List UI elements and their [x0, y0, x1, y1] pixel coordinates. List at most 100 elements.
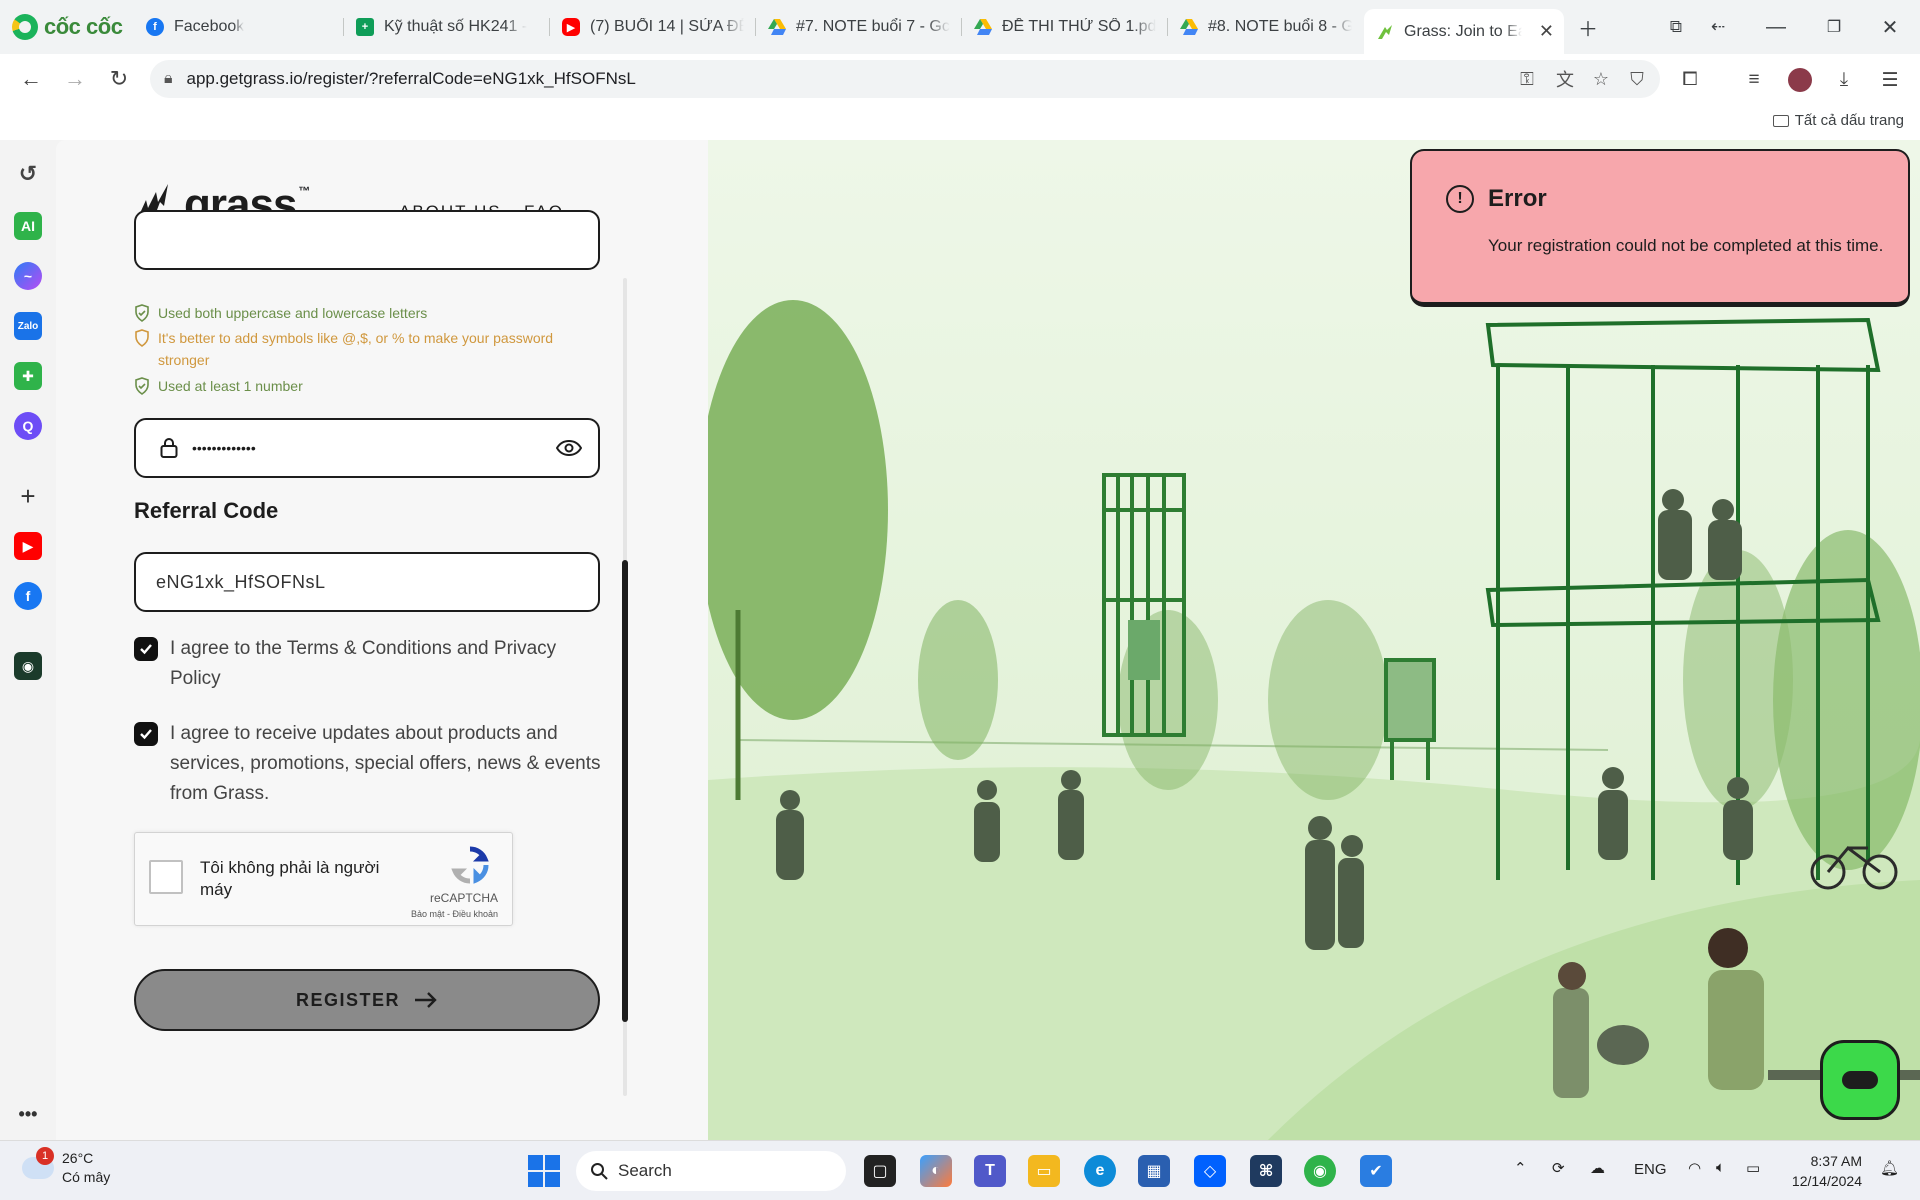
extensions-icon[interactable]: ⧠ — [1678, 68, 1702, 92]
referral-code-label: Referral Code — [134, 498, 279, 523]
browser-brand-label: cốc cốc — [44, 14, 123, 39]
coccoc-logo-icon — [12, 14, 38, 40]
reload-icon[interactable]: ↻ — [104, 64, 134, 94]
checkmark-icon — [140, 729, 152, 740]
referral-code-input[interactable]: eNG1xk_HfSOFNsL — [134, 552, 600, 612]
search-app-icon[interactable]: Q — [14, 412, 42, 440]
shield-check-icon — [135, 377, 149, 395]
checkmark-icon — [140, 644, 152, 655]
error-title: Error — [1488, 185, 1547, 212]
tab-drive-note8[interactable]: #8. NOTE buổi 8 - Gc — [1168, 9, 1364, 45]
tab-grass-active[interactable]: Grass: Join to Ea ✕ — [1364, 9, 1564, 54]
facebook-icon: f — [146, 18, 164, 36]
copilot-icon[interactable]: ◐ — [920, 1155, 952, 1187]
history-icon[interactable]: ↺ — [14, 160, 42, 188]
recaptcha-widget: Tôi không phải là người máy reCAPTCHA Bả… — [134, 832, 513, 926]
tab-facebook[interactable]: f Facebook — [134, 9, 344, 45]
back-icon[interactable]: ← — [16, 64, 46, 94]
folder-icon — [1772, 114, 1789, 127]
close-tab-icon[interactable]: ✕ — [1539, 21, 1554, 42]
confirm-password-field[interactable]: ••••••••••••• — [134, 418, 600, 478]
media-icon[interactable]: ≡ — [1742, 68, 1766, 92]
register-button[interactable]: REGISTER — [134, 969, 600, 1031]
restore-icon[interactable]: ❐ — [1820, 13, 1848, 41]
form-scrollbar-thumb[interactable] — [622, 560, 628, 1022]
lock-icon — [160, 438, 178, 458]
language-indicator[interactable]: ENG — [1634, 1161, 1667, 1178]
translate-icon[interactable]: 文 — [1554, 68, 1576, 90]
password-key-icon[interactable]: ⚿ — [1516, 68, 1538, 90]
all-bookmarks-label: Tất cả dấu trang — [1794, 112, 1904, 129]
bookmark-star-icon[interactable]: ☆ — [1590, 68, 1612, 90]
clock-date: 12/14/2024 — [1791, 1173, 1862, 1189]
grass-app-icon[interactable]: ◉ — [14, 652, 42, 680]
hint-number: Used at least 1 number — [134, 375, 303, 397]
agree-updates-checkbox[interactable] — [134, 722, 158, 746]
cloud-tray-icon[interactable]: ☁ — [1590, 1159, 1605, 1177]
todo-icon[interactable]: ✔ — [1360, 1155, 1392, 1187]
download-icon[interactable]: ⤓ — [1832, 68, 1856, 92]
add-panel-icon[interactable]: + — [14, 481, 42, 511]
drive-icon — [1180, 18, 1198, 36]
coccoc-taskbar-icon[interactable]: ◉ — [1304, 1155, 1336, 1187]
weather-widget[interactable]: 1 26°C Có mây — [22, 1147, 111, 1187]
tray-chevron-icon[interactable]: ⌃ — [1514, 1159, 1527, 1177]
messenger-icon[interactable]: ~ — [14, 262, 42, 290]
arrow-right-icon — [415, 992, 437, 1008]
tab-drive-dethi[interactable]: ĐỀ THI THỬ SỐ 1.pdf — [962, 9, 1168, 45]
dropbox-icon[interactable]: ◇ — [1194, 1155, 1226, 1187]
wifi-icon[interactable]: ◠ — [1688, 1159, 1701, 1177]
notifications-bell-icon[interactable]: 🔔︎ — [1880, 1159, 1899, 1177]
hint-text: It's better to add symbols like @,$, or … — [158, 330, 554, 368]
address-bar[interactable]: 🔒︎ app.getgrass.io/register/?referralCod… — [150, 60, 1660, 98]
tab-back-icon[interactable]: ⇠ — [1704, 13, 1732, 41]
edge-icon[interactable]: e — [1084, 1155, 1116, 1187]
tab-youtube[interactable]: ▶ (7) BUỔI 14 | SỬA ĐỀ — [550, 9, 756, 45]
clock[interactable]: 8:37 AM 12/14/2024 — [1766, 1151, 1862, 1191]
recaptcha-links[interactable]: Bảo mật - Điều khoản — [411, 909, 498, 919]
start-button[interactable] — [528, 1155, 560, 1187]
menu-icon[interactable]: ☰ — [1878, 68, 1902, 92]
chat-support-button[interactable] — [1820, 1040, 1900, 1120]
referral-code-value: eNG1xk_HfSOFNsL — [156, 571, 326, 592]
profile-avatar[interactable] — [1788, 68, 1812, 92]
hint-text: Used at least 1 number — [158, 378, 303, 394]
agree-terms-checkbox[interactable] — [134, 637, 158, 661]
shield-icon[interactable]: ⛉ — [1626, 68, 1648, 90]
youtube-icon[interactable]: ▶ — [14, 532, 42, 560]
tab-drive-note7[interactable]: #7. NOTE buổi 7 - Gc — [756, 9, 962, 45]
bookmarks-bar: Tất cả dấu trang — [0, 104, 1920, 140]
weather-condition: Có mây — [62, 1169, 111, 1185]
ai-icon[interactable]: AI — [14, 212, 42, 240]
new-tab-icon[interactable]: ＋ — [1574, 13, 1602, 41]
more-icon[interactable]: ••• — [14, 1100, 42, 1128]
password-field[interactable] — [134, 210, 600, 270]
eye-icon[interactable] — [556, 439, 582, 457]
window-close-icon[interactable]: ✕ — [1876, 13, 1904, 41]
shield-icon — [135, 329, 149, 347]
zalo-icon[interactable]: Zalo — [14, 312, 42, 340]
tab-sheets[interactable]: + Kỹ thuật số HK241 - — [344, 9, 550, 45]
store-icon[interactable]: ▦ — [1138, 1155, 1170, 1187]
sync-icon[interactable]: ⟳ — [1552, 1159, 1565, 1177]
file-explorer-icon[interactable]: ▭ — [1028, 1155, 1060, 1187]
weather-temperature: 26°C — [62, 1150, 94, 1166]
agree-updates-row: I agree to receive updates about product… — [134, 719, 604, 809]
minimize-icon[interactable]: — — [1762, 13, 1790, 41]
tab-title: ĐỀ THI THỬ SỐ 1.pdf — [1002, 18, 1156, 35]
browser-brand[interactable]: cốc cốc — [12, 12, 123, 42]
recaptcha-checkbox[interactable] — [149, 860, 183, 894]
battery-icon[interactable]: ▭ — [1746, 1159, 1760, 1177]
taskbar-search[interactable]: Search — [576, 1151, 846, 1191]
volume-icon[interactable]: 🔈︎ — [1716, 1159, 1725, 1176]
teams-icon[interactable]: T — [974, 1155, 1006, 1187]
gamepad-icon[interactable]: ✚ — [14, 362, 42, 390]
facebook-icon[interactable]: f — [14, 582, 42, 610]
drive-icon — [768, 18, 786, 36]
app-icon[interactable]: ⌘ — [1250, 1155, 1282, 1187]
all-bookmarks-button[interactable]: Tất cả dấu trang — [1772, 112, 1904, 129]
clock-time: 8:37 AM — [1810, 1153, 1862, 1169]
tab-search-icon[interactable]: ⧉ — [1662, 13, 1690, 41]
task-view-icon[interactable]: ▢ — [864, 1155, 896, 1187]
forward-icon[interactable]: → — [60, 64, 90, 94]
